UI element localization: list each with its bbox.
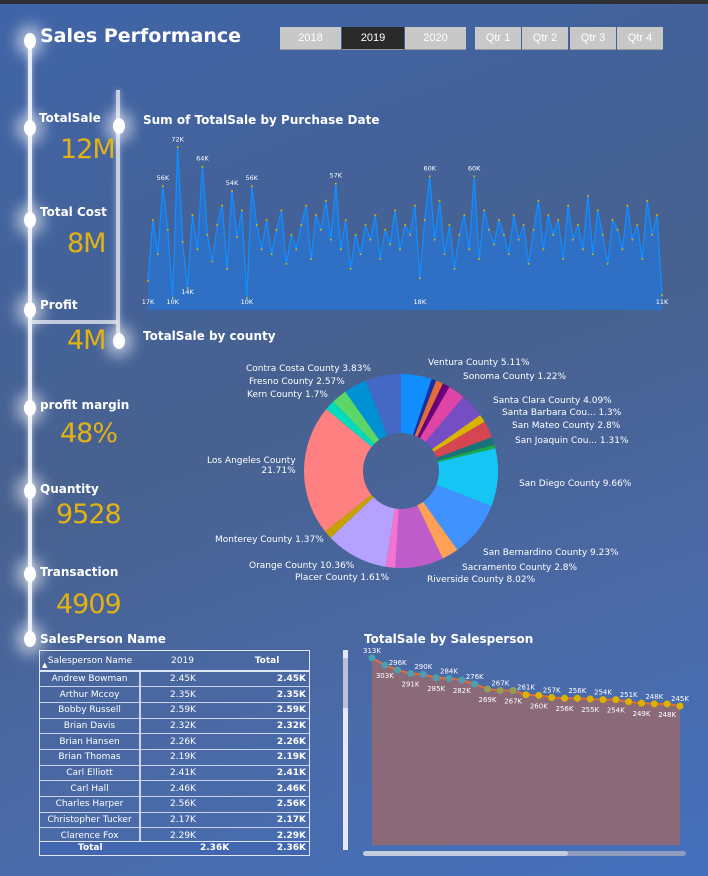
area-point[interactable]: [650, 700, 658, 708]
area-data-label: 284K: [440, 667, 458, 675]
area-point[interactable]: [625, 698, 633, 706]
area-data-label: 248K: [658, 711, 676, 719]
area-data-label: 256K: [556, 705, 574, 713]
area-point[interactable]: [548, 694, 556, 702]
area-data-label: 245K: [671, 695, 689, 703]
area-point[interactable]: [599, 696, 607, 704]
area-point[interactable]: [663, 700, 671, 708]
area-data-label: 260K: [530, 702, 548, 710]
area-data-label: 296K: [389, 659, 407, 667]
area-data-label: 290K: [414, 663, 432, 671]
area-data-label: 269K: [479, 696, 497, 704]
area-point[interactable]: [381, 661, 389, 669]
area-point[interactable]: [407, 670, 414, 678]
area-point[interactable]: [676, 702, 684, 710]
area-data-label: 313K: [363, 647, 381, 655]
area-data-label: 249K: [633, 710, 651, 718]
area-data-label: 256K: [568, 687, 586, 695]
area-data-label: 285K: [427, 685, 445, 693]
area-point[interactable]: [509, 686, 517, 694]
area-point[interactable]: [535, 691, 543, 699]
area-chart-horizontal-scrollbar[interactable]: [363, 851, 686, 856]
area-point[interactable]: [394, 666, 402, 674]
area-point[interactable]: [471, 680, 479, 688]
salesperson-area-chart: 313K 303K 296K 291K 290K 285K 284K 282K 276K 269K…: [363, 647, 689, 845]
area-point[interactable]: [612, 696, 620, 704]
area-point[interactable]: [561, 694, 568, 702]
area-point[interactable]: [573, 694, 581, 702]
area-data-label: 257K: [543, 687, 561, 695]
area-point[interactable]: [496, 686, 504, 694]
area-data-label: 261K: [517, 684, 535, 692]
area-point[interactable]: [638, 699, 645, 707]
area-data-label: 254K: [594, 689, 612, 697]
area-point[interactable]: [368, 654, 376, 662]
scrollbar-thumb[interactable]: [363, 851, 568, 856]
area-point[interactable]: [586, 695, 594, 703]
area-data-label: 254K: [607, 707, 625, 715]
area-data-label: 303K: [376, 672, 394, 680]
area-data-label: 255K: [581, 706, 599, 714]
area-data-label: 248K: [645, 693, 663, 701]
area-point[interactable]: [484, 685, 491, 693]
area-data-label: 251K: [620, 691, 638, 699]
area-point[interactable]: [419, 670, 427, 678]
area-data-label: 291K: [402, 681, 420, 689]
area-data-label: 267K: [491, 679, 509, 687]
area-data-label: 276K: [466, 673, 484, 681]
area-point[interactable]: [432, 674, 440, 682]
area-point[interactable]: [445, 674, 453, 682]
area-point[interactable]: [458, 676, 466, 684]
area-data-label: 267K: [504, 697, 522, 705]
area-point[interactable]: [522, 691, 530, 699]
area-data-label: 282K: [453, 687, 471, 695]
